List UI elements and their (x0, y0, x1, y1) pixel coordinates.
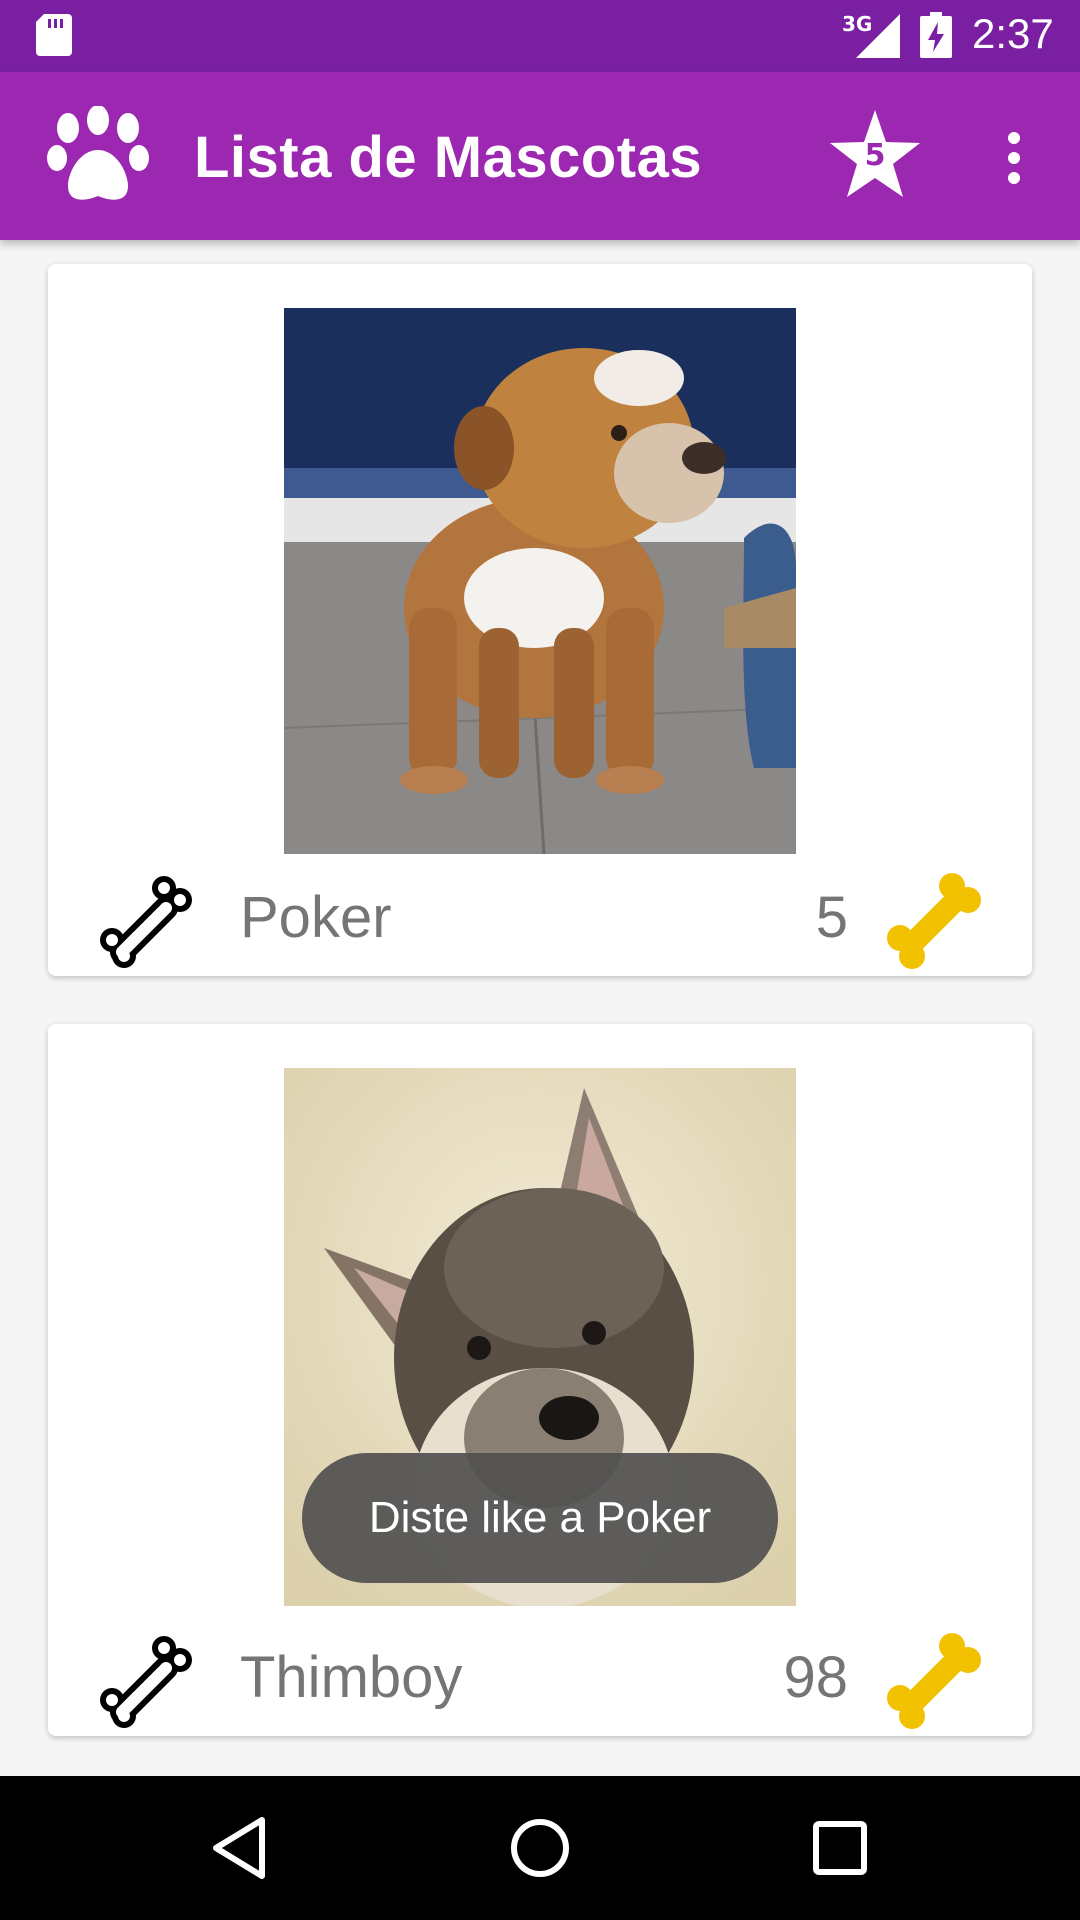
more-vert-icon[interactable] (996, 130, 1032, 186)
recents-icon[interactable] (802, 1810, 878, 1886)
pet-card: Thimboy 98 (48, 1024, 1032, 1736)
back-icon[interactable] (202, 1810, 278, 1886)
toast-message: Diste like a Poker (302, 1453, 778, 1583)
pet-card: Poker 5 (48, 264, 1032, 976)
clock: 2:37 (972, 10, 1054, 57)
bone-outline-icon[interactable] (92, 1628, 196, 1732)
pet-likes-count: 5 (815, 885, 848, 950)
bone-outline-icon[interactable] (92, 868, 196, 972)
bone-filled-icon (887, 1633, 981, 1729)
navigation-bar (0, 1776, 1080, 1920)
sd-card-icon (36, 14, 72, 56)
pet-name: Thimboy (240, 1645, 463, 1710)
bone-filled-icon (887, 873, 981, 969)
pet-name: Poker (240, 885, 392, 950)
battery-charging-icon (920, 12, 952, 58)
paw-icon (47, 106, 149, 200)
pet-likes-count: 98 (783, 1645, 848, 1710)
home-icon[interactable] (502, 1810, 578, 1886)
page-title: Lista de Mascotas (194, 125, 703, 190)
app-bar: Lista de Mascotas 5 (0, 72, 1080, 240)
status-bar: 3G 2:37 (0, 0, 1080, 72)
pet-photo-bulldog (284, 308, 796, 854)
signal-icon (856, 14, 900, 58)
favorites-count-badge: 5 (864, 138, 886, 173)
